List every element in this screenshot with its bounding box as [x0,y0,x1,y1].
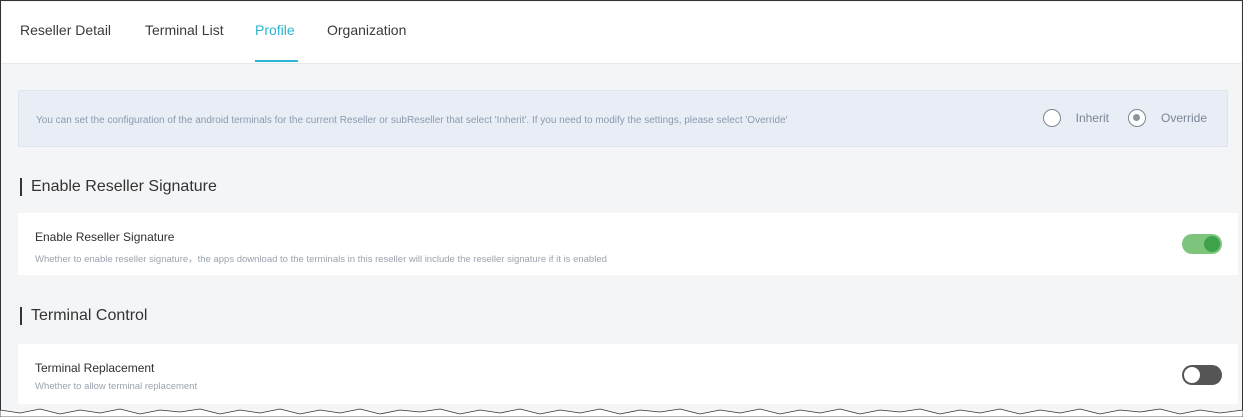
radio-inherit[interactable]: Inherit [1042,109,1109,127]
radio-override[interactable]: Override [1127,109,1207,127]
section-title-terminal-control: Terminal Control [20,307,147,325]
setting-label: Terminal Replacement [35,361,155,375]
section-title-reseller-signature: Enable Reseller Signature [20,178,217,196]
tab-profile[interactable]: Profile [255,22,295,38]
radio-override-label: Override [1160,111,1207,125]
toggle-knob [1204,236,1220,252]
tab-bar: Reseller Detail Terminal List Profile Or… [2,2,1241,64]
setting-card-terminal-replacement: Terminal Replacement Whether to allow te… [18,344,1238,404]
toggle-knob [1184,367,1200,383]
notice-text: You can set the configuration of the and… [36,115,788,126]
terminal-replacement-toggle[interactable] [1182,365,1222,385]
setting-description: Whether to allow terminal replacement [35,381,198,392]
radio-inherit-label: Inherit [1075,111,1109,125]
inherit-override-radio-group: Inherit Override [1042,109,1207,127]
reseller-signature-toggle[interactable] [1182,234,1222,254]
inherit-notice-bar: You can set the configuration of the and… [18,90,1228,147]
app-frame: Reseller Detail Terminal List Profile Or… [0,0,1243,417]
tab-organization[interactable]: Organization [327,22,406,38]
radio-checked-icon[interactable] [1127,109,1146,127]
tab-terminal-list[interactable]: Terminal List [145,22,224,38]
tab-reseller-detail[interactable]: Reseller Detail [20,22,111,38]
radio-unchecked-icon[interactable] [1042,109,1061,127]
active-tab-indicator [255,60,298,62]
setting-description: Whether to enable reseller signature，the… [35,254,607,265]
setting-label: Enable Reseller Signature [35,230,175,244]
torn-edge-decoration [0,408,1243,417]
setting-card-reseller-signature: Enable Reseller Signature Whether to ena… [18,213,1238,275]
